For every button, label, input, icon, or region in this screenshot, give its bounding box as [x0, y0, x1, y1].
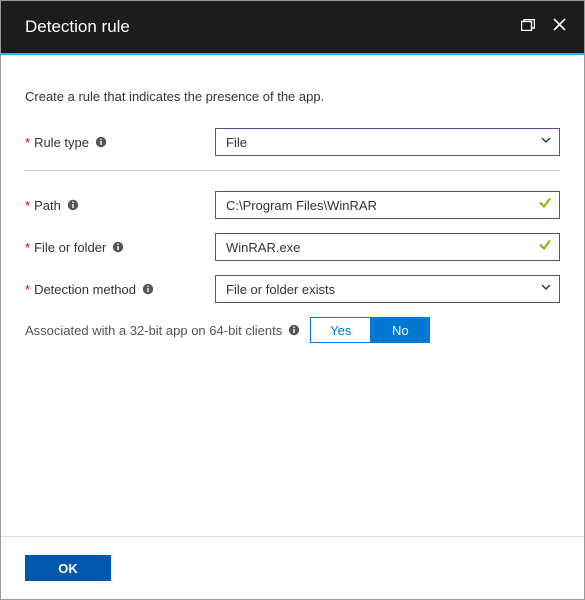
restore-icon[interactable] [521, 18, 535, 36]
path-label-text: Path [34, 198, 61, 213]
rule-type-select[interactable]: File [215, 128, 560, 156]
label-rule-type: * Rule type [25, 135, 215, 150]
check-icon [538, 238, 552, 257]
row-associated-32bit: Associated with a 32-bit app on 64-bit c… [25, 317, 560, 343]
row-path: * Path [25, 191, 560, 219]
check-icon [538, 196, 552, 215]
file-or-folder-input[interactable] [215, 233, 560, 261]
dialog-header: Detection rule [1, 1, 584, 55]
rule-type-control: File [215, 128, 560, 156]
required-marker: * [25, 198, 30, 213]
info-icon[interactable] [95, 136, 107, 148]
info-icon[interactable] [288, 324, 300, 336]
required-marker: * [25, 282, 30, 297]
row-file-or-folder: * File or folder [25, 233, 560, 261]
label-file-or-folder: * File or folder [25, 240, 215, 255]
dialog-subtitle: Create a rule that indicates the presenc… [25, 89, 560, 104]
close-icon[interactable] [553, 18, 566, 36]
divider [25, 170, 560, 171]
info-icon[interactable] [112, 241, 124, 253]
info-icon[interactable] [142, 283, 154, 295]
file-or-folder-control [215, 233, 560, 261]
ok-button[interactable]: OK [25, 555, 111, 581]
dialog-title: Detection rule [25, 17, 130, 37]
info-icon[interactable] [67, 199, 79, 211]
detection-method-select[interactable]: File or folder exists [215, 275, 560, 303]
dialog-footer: OK [1, 536, 584, 599]
header-actions [521, 18, 566, 36]
label-detection-method: * Detection method [25, 282, 215, 297]
detection-method-label-text: Detection method [34, 282, 136, 297]
path-control [215, 191, 560, 219]
file-or-folder-label-text: File or folder [34, 240, 106, 255]
rule-type-label-text: Rule type [34, 135, 89, 150]
required-marker: * [25, 240, 30, 255]
detection-method-value: File or folder exists [226, 282, 335, 297]
toggle-no-button[interactable]: No [370, 317, 430, 343]
toggle-yes-button[interactable]: Yes [310, 317, 370, 343]
associated-32bit-label: Associated with a 32-bit app on 64-bit c… [25, 323, 282, 338]
required-marker: * [25, 135, 30, 150]
associated-32bit-toggle: Yes No [310, 317, 430, 343]
rule-type-value: File [226, 135, 247, 150]
detection-method-control: File or folder exists [215, 275, 560, 303]
path-input[interactable] [215, 191, 560, 219]
dialog-content: Create a rule that indicates the presenc… [1, 55, 584, 343]
row-detection-method: * Detection method File or folder exists [25, 275, 560, 303]
label-path: * Path [25, 198, 215, 213]
row-rule-type: * Rule type File [25, 128, 560, 156]
